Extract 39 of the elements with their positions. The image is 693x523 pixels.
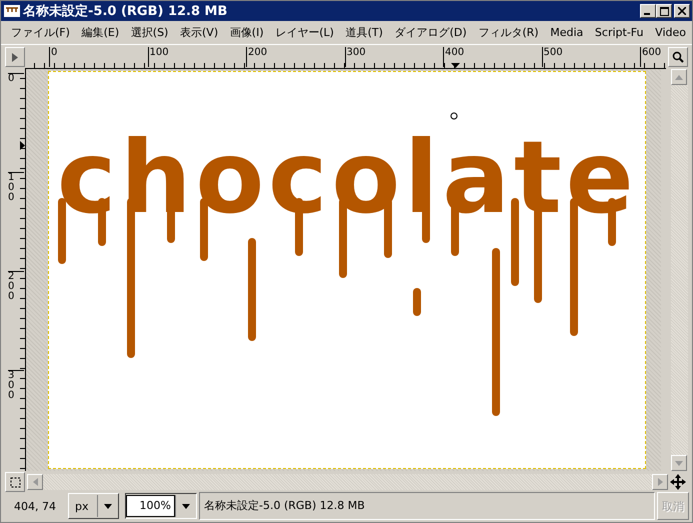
dropdown-arrow-icon[interactable] — [182, 504, 190, 508]
ruler-label: 0 — [49, 47, 58, 67]
menu-item[interactable]: レイヤー(L) — [275, 25, 334, 40]
unit-dropdown[interactable]: px — [68, 493, 119, 519]
cursor-icon — [450, 112, 458, 120]
ruler-label: 300 — [344, 47, 366, 67]
menu-item[interactable]: フィルタ(R) — [478, 25, 539, 40]
navigate-icon[interactable] — [670, 474, 686, 490]
menu-button[interactable] — [5, 47, 25, 67]
quick-mask-icon[interactable] — [5, 472, 25, 492]
status-message: 名称未設定-5.0 (RGB) 12.8 MB — [199, 492, 655, 520]
minimize-button[interactable] — [640, 4, 656, 18]
ruler-label: 200 — [246, 47, 268, 67]
menu-item[interactable]: Media — [550, 26, 584, 39]
menu-item[interactable]: Script-Fu — [594, 26, 644, 39]
zoom-field[interactable]: 100% — [125, 493, 197, 519]
menu-item[interactable]: 道具(T) — [346, 25, 383, 40]
ruler-label: 100 — [8, 172, 24, 203]
menu-item[interactable]: 画像(I) — [230, 25, 264, 40]
menu-item[interactable]: 表示(V) — [180, 25, 218, 40]
ruler-label: 0 — [8, 73, 24, 84]
window-title: 名称未設定-5.0 (RGB) 12.8 MB — [23, 2, 228, 20]
ruler-label: 100 — [148, 47, 169, 67]
menu-item[interactable]: 選択(S) — [130, 25, 168, 40]
maximize-icon — [660, 6, 668, 16]
close-icon — [678, 7, 686, 15]
ruler-label: 600 — [640, 47, 662, 67]
zoom-icon[interactable] — [668, 47, 688, 67]
pointer-coordinates: 404, 74 — [13, 500, 57, 512]
maximize-button[interactable] — [656, 4, 672, 18]
menu-item[interactable]: Video — [655, 26, 686, 39]
dropdown-arrow-icon[interactable] — [104, 504, 112, 508]
close-button[interactable] — [674, 4, 690, 18]
menu-item[interactable]: ダイアログ(D) — [394, 25, 467, 40]
menu-item[interactable]: ファイル(F) — [11, 25, 70, 40]
app-icon — [4, 5, 20, 17]
ruler-label: 500 — [542, 47, 563, 67]
menu-item[interactable]: 編集(E) — [82, 25, 120, 40]
triangle-icon — [11, 52, 19, 62]
